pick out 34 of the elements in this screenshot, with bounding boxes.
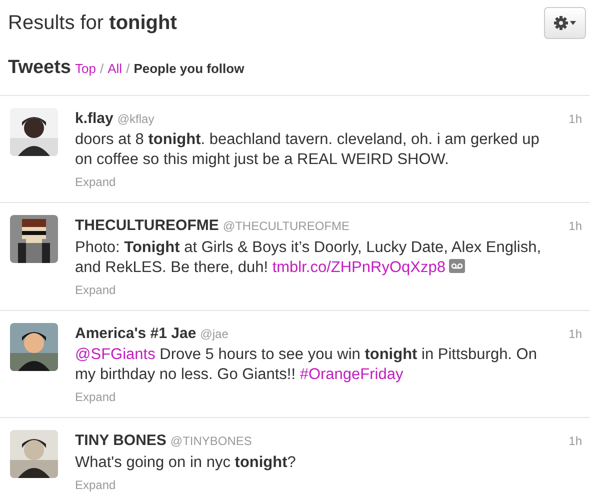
- settings-icon: [553, 15, 577, 31]
- user-name[interactable]: THECULTUREOFME: [75, 215, 219, 238]
- tweet-text: doors at 8 tonight. beachland tavern. cleveland, oh. i am gerked up on coffee so this might just be a REAL WEIRD SHOW.: [75, 130, 540, 170]
- filter-link[interactable]: All: [108, 59, 122, 78]
- user-handle[interactable]: @THECULTUREOFME: [222, 217, 350, 235]
- user-name[interactable]: k.flay: [75, 108, 114, 130]
- tweet-time: 1h: [568, 326, 582, 342]
- expand-link[interactable]: Expand: [75, 390, 116, 404]
- separator: /: [100, 60, 104, 78]
- tweet-link[interactable]: #OrangeFriday: [300, 366, 404, 383]
- separator: /: [126, 60, 130, 78]
- tweet-time: 1h: [568, 218, 582, 235]
- user-name[interactable]: TINY BONES: [75, 430, 166, 452]
- page-title: Results for tonight: [8, 11, 177, 36]
- filter-link[interactable]: Top: [75, 59, 96, 78]
- avatar-icon: [10, 215, 58, 263]
- settings-button[interactable]: [544, 7, 586, 39]
- user-name[interactable]: America's #1 Jae: [75, 322, 196, 345]
- expand-link[interactable]: Expand: [75, 175, 116, 189]
- user-handle[interactable]: @jae: [200, 324, 228, 342]
- tweet-time: 1h: [568, 433, 582, 450]
- tweet-text: Photo: Tonight at Girls & Boys it’s Doorly, Lucky Date, Alex English, and RekLES. Be there, duh! tmblr.co/ZHPnRyOqXzp8: [75, 238, 542, 278]
- filter-link[interactable]: People you follow: [134, 59, 244, 78]
- section-title: Tweets: [8, 56, 72, 80]
- tweet-link[interactable]: @SFGiants: [75, 346, 156, 363]
- expand-link[interactable]: Expand: [75, 478, 116, 492]
- tweet-time: 1h: [568, 110, 582, 128]
- user-handle[interactable]: @kflay: [117, 110, 154, 128]
- tweet-text: @SFGiants Drove 5 hours to see you win tonight in Pittsburgh. On my birthday no less. Go Giants!! #OrangeFriday: [75, 345, 538, 385]
- media-icon[interactable]: [449, 258, 466, 272]
- tweet-text: What's going on in nyc tonight?: [75, 452, 297, 472]
- tweet-link[interactable]: tmblr.co/ZHPnRyOqXzp8: [272, 258, 446, 276]
- expand-link[interactable]: Expand: [75, 282, 116, 296]
- user-handle[interactable]: @TINYBONES: [170, 432, 252, 450]
